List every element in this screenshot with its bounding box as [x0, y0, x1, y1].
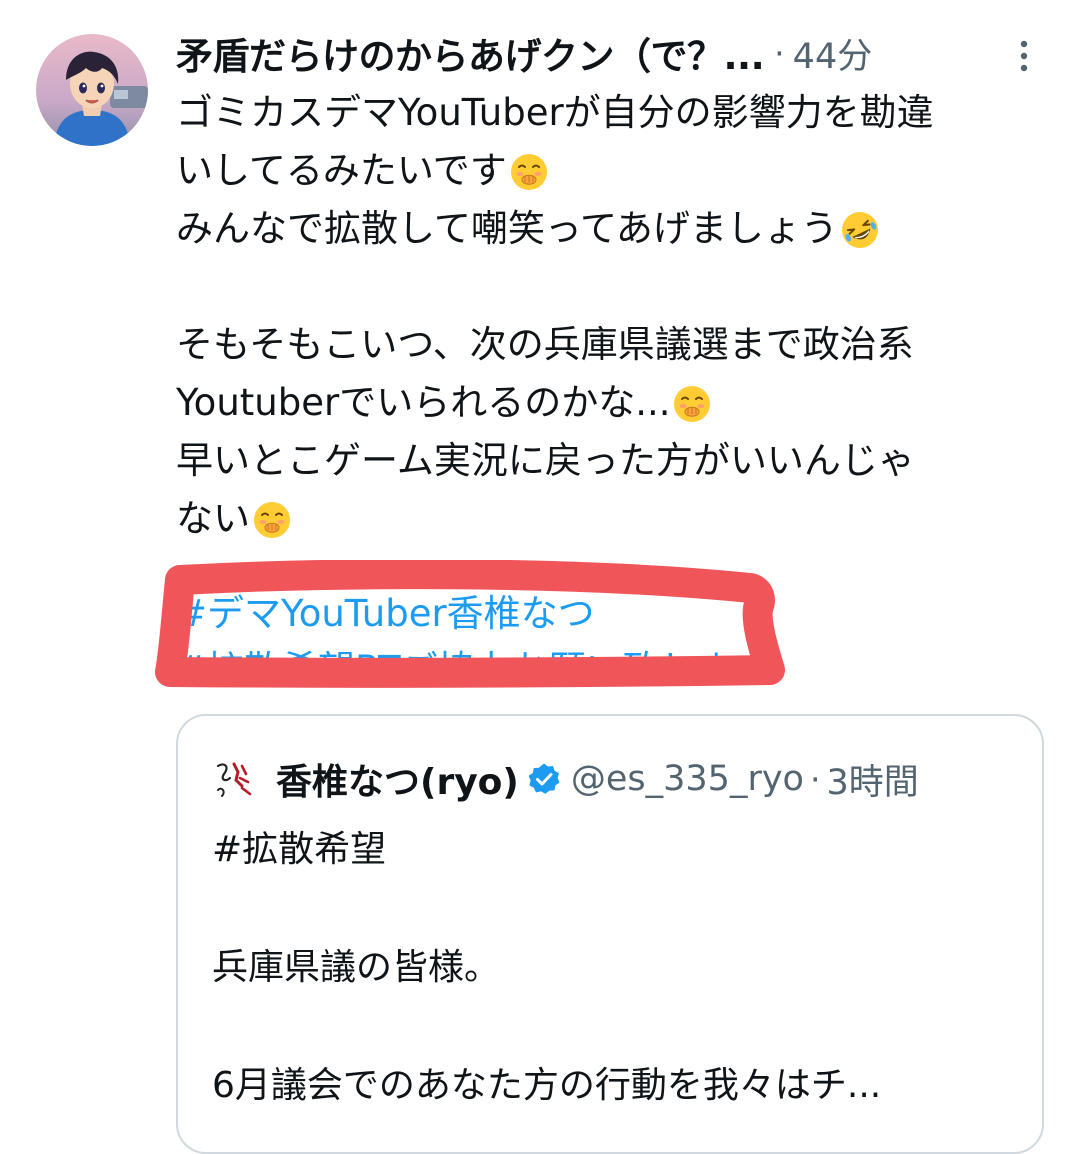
author-avatar[interactable] — [36, 34, 148, 146]
tweet-body-line: 早いとこゲーム実況に戻った方がいいんじゃ — [176, 432, 1056, 490]
tweet[interactable]: 矛盾だらけのからあげクン（で？... · 44分 ゴミカスデマYouTuberが… — [0, 0, 1080, 1154]
author-display-name[interactable]: 矛盾だらけのからあげクン（で？... — [176, 26, 765, 80]
quoted-author-handle[interactable]: @es_335_ryo — [571, 759, 804, 799]
hashtag-link[interactable]: #デマYouTuber香椎なつ — [176, 586, 771, 642]
quoted-tweet-header: 香椎なつ(ryo) @es_335_ryo · 3時間 — [212, 754, 919, 804]
tweet-body-blank-line — [176, 258, 1056, 316]
verified-badge-icon — [528, 763, 560, 794]
tweet-body-line: そもそもこいつ、次の兵庫県議選まで政治系 — [176, 316, 1056, 374]
quoted-body-line: 6月議会でのあなた方の行動を我々はチ... — [212, 1065, 882, 1106]
tweet-body-line: みんなで拡散して嘲笑ってあげましょう — [176, 200, 1056, 258]
signature-logo-icon[interactable] — [212, 756, 258, 802]
quoted-header-separator: · — [809, 759, 821, 799]
header-separator: · — [774, 33, 785, 73]
tweet-body-line: いしてるみたいです — [176, 142, 1056, 200]
hand-over-mouth-emoji — [509, 151, 549, 191]
tweet-body-line: ゴミカスデマYouTuberが自分の影響力を勘違 — [176, 84, 1056, 142]
tweet-body-text: みんなで拡散して嘲笑ってあげましょう — [176, 207, 838, 250]
tweet-body-text: ない — [176, 497, 250, 540]
quoted-body-line — [212, 997, 881, 1056]
tweet-body-text: ゴミカスデマYouTuberが自分の影響力を勘違 — [176, 91, 934, 134]
tweet-hashtags: #デマYouTuber香椎なつ #拡散希望RTご協力お願い致します — [176, 586, 771, 698]
tweet-timestamp[interactable]: 44分 — [793, 28, 873, 79]
quoted-tweet-body: #拡散希望 兵庫県議の皆様。 6月議会でのあなた方の行動を我々はチ... — [212, 820, 881, 1115]
hashtag-link[interactable]: #拡散希望RTご協力お願い致します — [176, 642, 771, 698]
quoted-tweet-timestamp[interactable]: 3時間 — [826, 754, 918, 805]
tweet-body-line: ない — [176, 490, 1056, 548]
quoted-body-line: 兵庫県議の皆様。 — [212, 947, 501, 988]
tweet-body-text: そもそもこいつ、次の兵庫県議選まで政治系 — [176, 323, 914, 366]
tweet-body: ゴミカスデマYouTuberが自分の影響力を勘違 いしてるみたいですみんなで拡散し… — [176, 84, 1056, 548]
rolling-on-floor-laughing-emoji — [840, 209, 880, 249]
quoted-author-display-name[interactable]: 香椎なつ(ryo) — [276, 753, 519, 805]
tweet-body-text: いしてるみたいです — [176, 149, 507, 192]
quoted-body-line — [212, 879, 881, 938]
vertical-ellipsis-icon[interactable] — [1012, 38, 1036, 74]
tweet-body-line: Youtuberでいられるのかな... — [176, 374, 1056, 432]
quoted-body-line: #拡散希望 — [212, 829, 387, 870]
quoted-tweet-card[interactable]: 香椎なつ(ryo) @es_335_ryo · 3時間 #拡散希望 兵庫県議の皆… — [176, 714, 1044, 1154]
tweet-body-text: 早いとこゲーム実況に戻った方がいいんじゃ — [176, 439, 915, 482]
hand-over-mouth-emoji — [672, 383, 712, 423]
tweet-body-text: Youtuberでいられるのかな... — [176, 381, 671, 424]
hand-over-mouth-emoji — [252, 499, 292, 539]
tweet-header: 矛盾だらけのからあげクン（で？... · 44分 — [176, 26, 873, 80]
